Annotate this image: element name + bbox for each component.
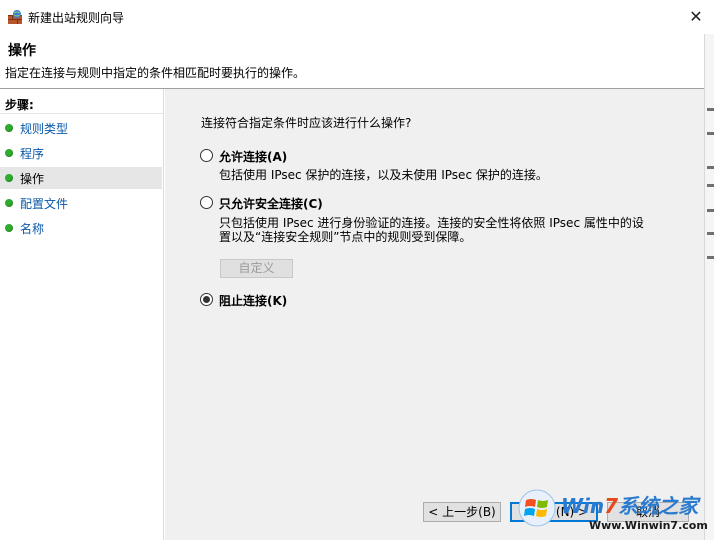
step-name[interactable]: 名称	[0, 217, 162, 239]
step-label: 配置文件	[20, 197, 69, 211]
step-rule-type[interactable]: 规则类型	[0, 117, 162, 139]
step-status-icon	[5, 174, 13, 182]
step-program[interactable]: 程序	[0, 142, 162, 164]
edge-mark	[707, 108, 714, 111]
allow-secure-description-line2: 置以及“连接安全规则”节点中的规则受到保障。	[219, 230, 472, 244]
watermark-brand: Win7系统之家	[561, 490, 698, 519]
step-label: 规则类型	[20, 122, 69, 136]
allow-secure-connection-radio[interactable]	[200, 196, 213, 209]
title-bar: 新建出站规则向导 ✕	[0, 0, 714, 34]
action-question: 连接符合指定条件时应该进行什么操作?	[201, 116, 412, 130]
window-title: 新建出站规则向导	[28, 11, 125, 25]
allow-secure-description-line1: 只包括使用 IPsec 进行身份验证的连接。连接的安全性将依照 IPsec 属性…	[219, 216, 644, 230]
allow-connection-radio[interactable]	[200, 149, 213, 162]
step-label: 名称	[20, 222, 45, 236]
watermark-brand-seven: 7	[604, 494, 619, 518]
edge-mark	[707, 232, 714, 235]
close-icon: ✕	[689, 7, 703, 26]
site-watermark: Win7系统之家 Www.Winwin7.com	[517, 488, 714, 540]
edge-mark	[707, 132, 714, 135]
watermark-url: Www.Winwin7.com	[589, 519, 708, 532]
close-button[interactable]: ✕	[680, 2, 712, 32]
steps-pane: 步骤: 规则类型 程序 操作 配置文件 名称	[0, 89, 164, 540]
customize-button: 自定义	[220, 259, 293, 278]
windows-logo-icon	[518, 489, 556, 527]
firewall-wizard-icon	[8, 10, 22, 24]
step-status-icon	[5, 149, 13, 157]
edge-mark	[707, 256, 714, 259]
page-header: 操作 指定在连接与规则中指定的条件相匹配时要执行的操作。	[0, 34, 704, 88]
step-label: 程序	[20, 147, 45, 161]
step-profile[interactable]: 配置文件	[0, 192, 162, 214]
back-button[interactable]: < 上一步(B)	[423, 502, 501, 522]
allow-connection-description: 包括使用 IPsec 保护的连接，以及未使用 IPsec 保护的连接。	[219, 168, 548, 182]
allow-secure-connection-label[interactable]: 只允许安全连接(C)	[219, 195, 323, 212]
step-status-icon	[5, 199, 13, 207]
block-connection-radio[interactable]	[200, 293, 213, 306]
steps-divider	[0, 113, 164, 114]
content-pane: 连接符合指定条件时应该进行什么操作? 允许连接(A) 包括使用 IPsec 保护…	[165, 89, 704, 540]
edge-mark	[707, 209, 714, 212]
page-description: 指定在连接与规则中指定的条件相匹配时要执行的操作。	[5, 66, 306, 80]
page-title: 操作	[8, 43, 36, 59]
block-connection-label[interactable]: 阻止连接(K)	[219, 292, 287, 309]
background-window-edge	[704, 34, 714, 540]
step-status-icon	[5, 224, 13, 232]
step-status-icon	[5, 124, 13, 132]
allow-connection-label[interactable]: 允许连接(A)	[219, 148, 287, 165]
edge-mark	[707, 166, 714, 169]
steps-label: 步骤:	[5, 98, 34, 112]
step-action[interactable]: 操作	[0, 167, 162, 189]
edge-mark	[707, 184, 714, 187]
watermark-brand-prefix: Win	[561, 494, 605, 518]
step-label: 操作	[20, 172, 45, 186]
watermark-brand-suffix: 系统之家	[618, 494, 699, 518]
